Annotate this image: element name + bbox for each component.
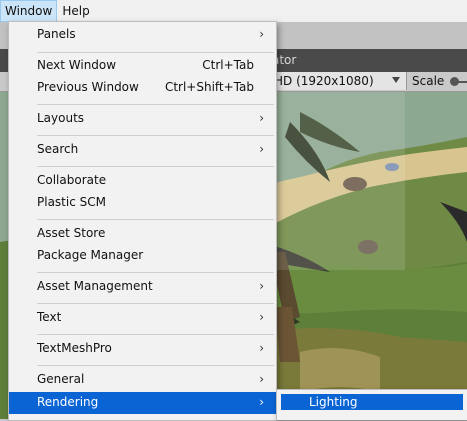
- menu-item-text[interactable]: Text ›: [9, 307, 276, 329]
- menu-item-textmeshpro[interactable]: TextMeshPro ›: [9, 338, 276, 360]
- menu-item-previous-window[interactable]: Previous Window Ctrl+Shift+Tab: [9, 77, 276, 99]
- menu-bar: Window Help: [0, 0, 467, 22]
- menu-item-collaborate[interactable]: Collaborate: [9, 170, 276, 192]
- menu-item-label: General: [37, 372, 85, 386]
- chevron-right-icon: ›: [259, 372, 264, 386]
- menu-item-shortcut: Ctrl+Tab: [202, 58, 254, 72]
- menu-item-label: Collaborate: [37, 173, 107, 187]
- menu-divider: [37, 365, 274, 366]
- menu-item-asset-store[interactable]: Asset Store: [9, 223, 276, 245]
- menu-item-layouts[interactable]: Layouts ›: [9, 108, 276, 130]
- menu-item-label: TextMeshPro: [37, 341, 112, 355]
- menu-divider: [37, 52, 274, 53]
- chevron-right-icon: ›: [259, 279, 264, 293]
- menu-divider: [37, 303, 274, 304]
- menu-help[interactable]: Help: [57, 0, 94, 22]
- chevron-right-icon: ›: [259, 27, 264, 41]
- scale-slider-handle[interactable]: [450, 77, 459, 86]
- menu-item-label: Package Manager: [37, 248, 144, 262]
- submenu-item-lighting[interactable]: Lighting: [281, 394, 463, 410]
- menu-divider: [37, 135, 274, 136]
- chevron-down-icon: [392, 77, 400, 83]
- menu-item-search[interactable]: Search ›: [9, 139, 276, 161]
- chevron-right-icon: ›: [259, 111, 264, 125]
- window-menu: Panels › Next Window Ctrl+Tab Previous W…: [8, 21, 277, 421]
- resolution-value: HD (1920x1080): [274, 74, 374, 88]
- chevron-right-icon: ›: [259, 310, 264, 324]
- menu-item-label: Next Window: [37, 58, 117, 72]
- menu-window[interactable]: Window: [0, 0, 58, 22]
- menu-item-label: Plastic SCM: [37, 195, 106, 209]
- menu-item-panels[interactable]: Panels ›: [9, 24, 276, 46]
- menu-item-package-manager[interactable]: Package Manager: [9, 245, 276, 267]
- menu-divider: [37, 219, 274, 220]
- menu-item-shortcut: Ctrl+Shift+Tab: [164, 80, 254, 94]
- menu-item-next-window[interactable]: Next Window Ctrl+Tab: [9, 55, 276, 77]
- menu-item-label: Lighting: [309, 395, 358, 409]
- menu-item-label: Layouts: [37, 111, 85, 125]
- chevron-right-icon: ›: [259, 395, 264, 409]
- menu-item-label: Previous Window: [37, 80, 139, 94]
- chevron-right-icon: ›: [259, 341, 264, 355]
- menu-item-asset-management[interactable]: Asset Management ›: [9, 276, 276, 298]
- resolution-dropdown[interactable]: HD (1920x1080): [270, 72, 407, 90]
- menu-item-label: Asset Store: [37, 226, 106, 240]
- chevron-right-icon: ›: [259, 142, 264, 156]
- rendering-submenu: Lighting: [276, 389, 467, 420]
- menu-item-rendering[interactable]: Rendering ›: [9, 392, 276, 414]
- menu-item-label: Asset Management: [37, 279, 153, 293]
- scale-label: Scale: [412, 74, 445, 88]
- menu-divider: [37, 334, 274, 335]
- menu-item-plastic-scm[interactable]: Plastic SCM: [9, 192, 276, 214]
- menu-item-label: Panels: [37, 27, 76, 41]
- menu-item-general[interactable]: General ›: [9, 369, 276, 391]
- menu-divider: [37, 104, 274, 105]
- menu-item-label: Text: [37, 310, 62, 324]
- menu-item-label: Rendering: [37, 395, 99, 409]
- menu-divider: [37, 166, 274, 167]
- menu-divider: [37, 272, 274, 273]
- menu-item-label: Search: [37, 142, 79, 156]
